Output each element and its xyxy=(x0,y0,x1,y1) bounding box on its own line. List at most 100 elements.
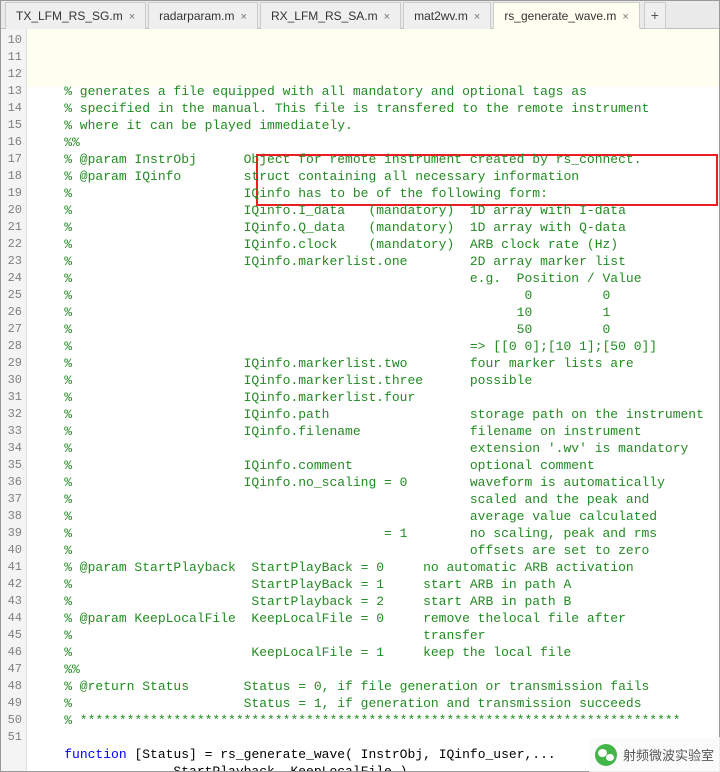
code-line: % IQinfo.markerlist.four xyxy=(33,389,719,406)
code-line: % = 1 no scaling, peak and rms xyxy=(33,525,719,542)
code-line xyxy=(33,729,719,746)
line-number: 22 xyxy=(1,236,22,253)
code-line: % IQinfo.markerlist.two four marker list… xyxy=(33,355,719,372)
code-area: 1011121314151617181920212223242526272829… xyxy=(1,29,719,771)
line-number: 13 xyxy=(1,83,22,100)
code-line: % @param IQinfo struct containing all ne… xyxy=(33,168,719,185)
tab-bar: TX_LFM_RS_SG.m×radarparam.m×RX_LFM_RS_SA… xyxy=(1,1,719,29)
line-number: 45 xyxy=(1,627,22,644)
line-number: 42 xyxy=(1,576,22,593)
code-line: % IQinfo.I_data (mandatory) 1D array wit… xyxy=(33,202,719,219)
code-line: % IQinfo.path storage path on the instru… xyxy=(33,406,719,423)
tab-mat2wv-m[interactable]: mat2wv.m× xyxy=(403,2,491,29)
code-line: % average value calculated xyxy=(33,508,719,525)
line-number: 26 xyxy=(1,304,22,321)
line-number: 40 xyxy=(1,542,22,559)
code-line: %% xyxy=(33,661,719,678)
code-content: % generates a file equipped with all man… xyxy=(33,83,719,771)
close-icon[interactable]: × xyxy=(129,11,135,23)
line-number: 34 xyxy=(1,440,22,457)
code-line: % specified in the manual. This file is … xyxy=(33,100,719,117)
line-number: 21 xyxy=(1,219,22,236)
code-line: % IQinfo.no_scaling = 0 waveform is auto… xyxy=(33,474,719,491)
code-line: % IQinfo.comment optional comment xyxy=(33,457,719,474)
line-number: 37 xyxy=(1,491,22,508)
line-number: 46 xyxy=(1,644,22,661)
line-number: 33 xyxy=(1,423,22,440)
code-line: % scaled and the peak and xyxy=(33,491,719,508)
code-line: StartPlayback, KeepLocalFile ) xyxy=(33,763,719,771)
line-number: 27 xyxy=(1,321,22,338)
line-number: 20 xyxy=(1,202,22,219)
code-line: % KeepLocalFile = 1 keep the local file xyxy=(33,644,719,661)
code-line: % IQinfo has to be of the following form… xyxy=(33,185,719,202)
code-line: % e.g. Position / Value xyxy=(33,270,719,287)
line-number: 16 xyxy=(1,134,22,151)
code-line: function [Status] = rs_generate_wave( In… xyxy=(33,746,719,763)
line-number: 31 xyxy=(1,389,22,406)
editor-container: TX_LFM_RS_SG.m×radarparam.m×RX_LFM_RS_SA… xyxy=(0,0,720,772)
add-tab-button[interactable]: + xyxy=(644,2,666,29)
line-number: 51 xyxy=(1,729,22,746)
code-line: % IQinfo.Q_data (mandatory) 1D array wit… xyxy=(33,219,719,236)
line-number: 19 xyxy=(1,185,22,202)
line-number: 18 xyxy=(1,168,22,185)
code-line: % **************************************… xyxy=(33,712,719,729)
code-pane[interactable]: % generates a file equipped with all man… xyxy=(27,29,719,771)
line-number: 43 xyxy=(1,593,22,610)
tab-rs_generate_wave-m[interactable]: rs_generate_wave.m× xyxy=(493,2,640,29)
code-line: % offsets are set to zero xyxy=(33,542,719,559)
code-line: % @param StartPlayback StartPlayBack = 0… xyxy=(33,559,719,576)
line-number: 28 xyxy=(1,338,22,355)
line-number: 25 xyxy=(1,287,22,304)
close-icon[interactable]: × xyxy=(622,11,628,23)
line-number: 24 xyxy=(1,270,22,287)
line-number: 38 xyxy=(1,508,22,525)
tab-radarparam-m[interactable]: radarparam.m× xyxy=(148,2,258,29)
code-line: % IQinfo.markerlist.three possible xyxy=(33,372,719,389)
code-line: % 10 1 xyxy=(33,304,719,321)
line-number: 44 xyxy=(1,610,22,627)
line-number: 15 xyxy=(1,117,22,134)
line-number: 17 xyxy=(1,151,22,168)
line-number: 50 xyxy=(1,712,22,729)
line-gutter: 1011121314151617181920212223242526272829… xyxy=(1,29,27,771)
code-line: % IQinfo.markerlist.one 2D array marker … xyxy=(33,253,719,270)
close-icon[interactable]: × xyxy=(384,11,390,23)
line-number: 32 xyxy=(1,406,22,423)
code-line: % Status = 1, if generation and transmis… xyxy=(33,695,719,712)
line-number: 11 xyxy=(1,49,22,66)
tab-RX_LFM_RS_SA-m[interactable]: RX_LFM_RS_SA.m× xyxy=(260,2,401,29)
line-number: 35 xyxy=(1,457,22,474)
code-line: % @return Status Status = 0, if file gen… xyxy=(33,678,719,695)
keyword-function: function xyxy=(64,747,126,762)
code-line: % extension '.wv' is mandatory xyxy=(33,440,719,457)
highlight-band xyxy=(27,29,719,87)
code-line: % @param InstrObj Object for remote inst… xyxy=(33,151,719,168)
code-line: %% xyxy=(33,134,719,151)
code-line: % where it can be played immediately. xyxy=(33,117,719,134)
line-number: 36 xyxy=(1,474,22,491)
code-line: % @param KeepLocalFile KeepLocalFile = 0… xyxy=(33,610,719,627)
line-number: 10 xyxy=(1,32,22,49)
line-number: 12 xyxy=(1,66,22,83)
code-line: % StartPlayback = 2 start ARB in path B xyxy=(33,593,719,610)
line-number: 39 xyxy=(1,525,22,542)
line-number: 30 xyxy=(1,372,22,389)
code-line: % IQinfo.clock (mandatory) ARB clock rat… xyxy=(33,236,719,253)
line-number: 47 xyxy=(1,661,22,678)
code-line: % => [[0 0];[10 1];[50 0]] xyxy=(33,338,719,355)
line-number: 29 xyxy=(1,355,22,372)
close-icon[interactable]: × xyxy=(474,11,480,23)
code-line: % StartPlayBack = 1 start ARB in path A xyxy=(33,576,719,593)
line-number: 23 xyxy=(1,253,22,270)
tab-TX_LFM_RS_SG-m[interactable]: TX_LFM_RS_SG.m× xyxy=(5,2,146,29)
line-number: 41 xyxy=(1,559,22,576)
line-number: 14 xyxy=(1,100,22,117)
code-line: % transfer xyxy=(33,627,719,644)
code-line: % IQinfo.filename filename on instrument xyxy=(33,423,719,440)
code-line: % 0 0 xyxy=(33,287,719,304)
line-number: 49 xyxy=(1,695,22,712)
close-icon[interactable]: × xyxy=(241,11,247,23)
line-number: 48 xyxy=(1,678,22,695)
